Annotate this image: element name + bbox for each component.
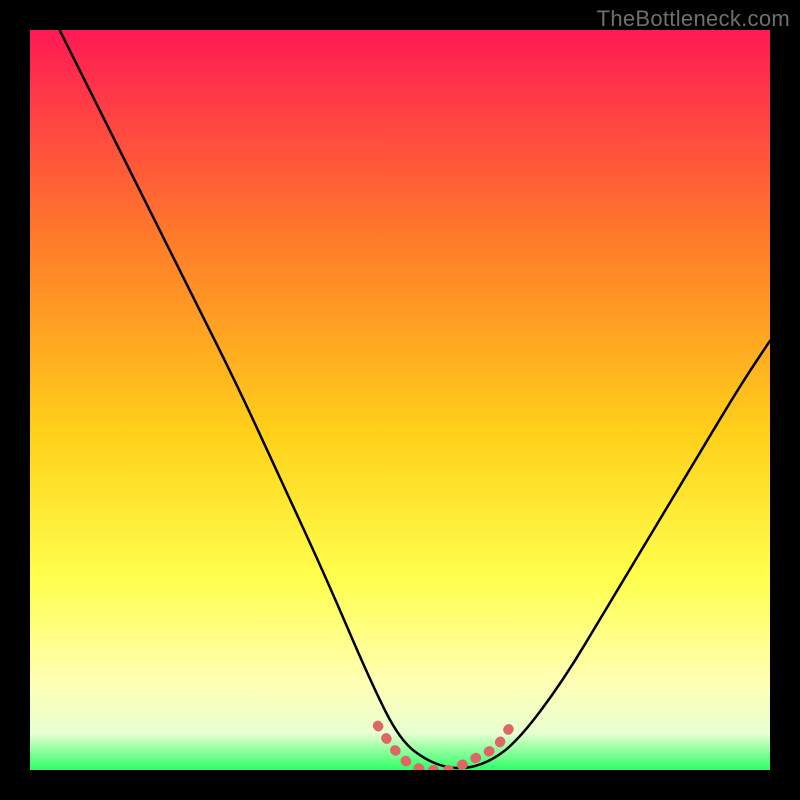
watermark-text: TheBottleneck.com [597,6,790,32]
chart-svg [30,30,770,770]
gradient-background [30,30,770,770]
chart-root: TheBottleneck.com [0,0,800,800]
plot-area [30,30,770,770]
